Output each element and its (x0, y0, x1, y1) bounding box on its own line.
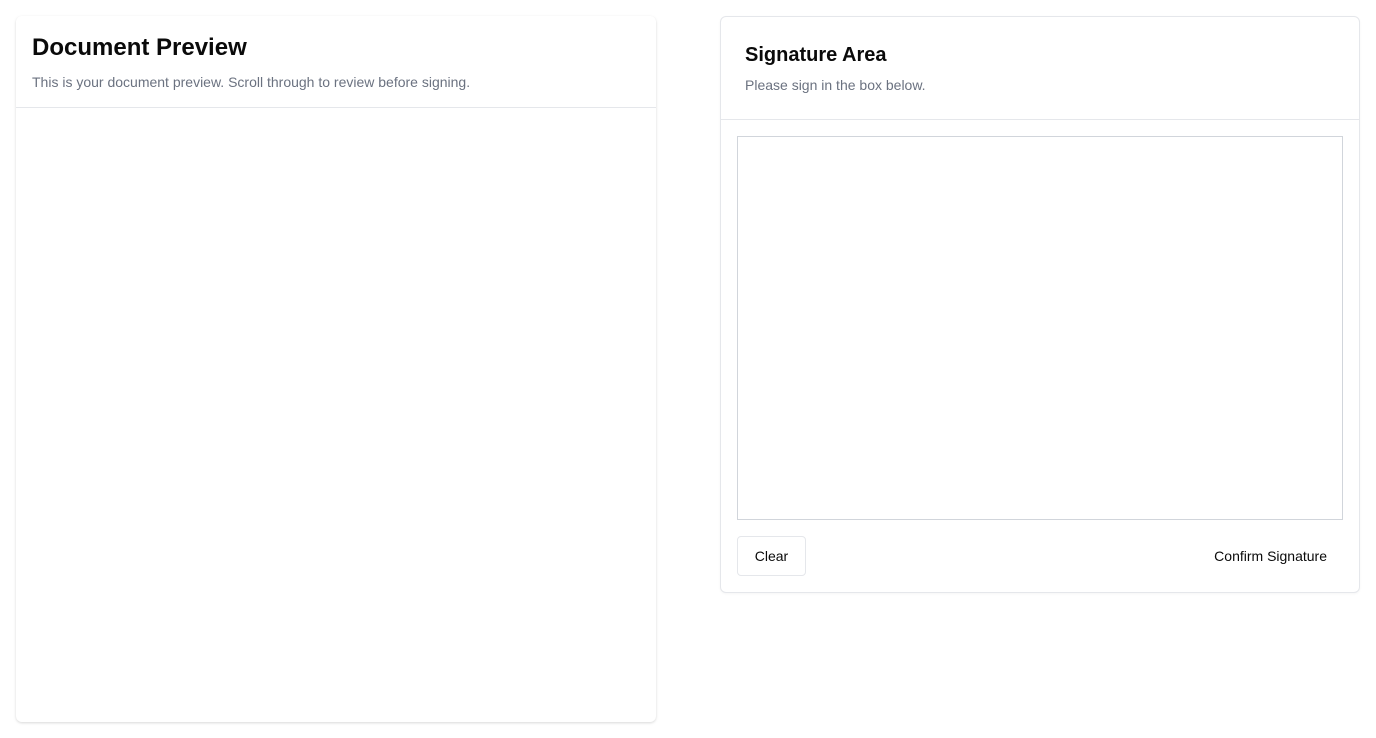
signature-header: Signature Area Please sign in the box be… (721, 17, 1359, 120)
document-preview-title: Document Preview (32, 34, 247, 61)
signature-card: Signature Area Please sign in the box be… (720, 16, 1360, 593)
signature-description: Please sign in the box below. (745, 77, 926, 93)
document-preview-viewport[interactable] (16, 108, 656, 722)
document-preview-description: This is your document preview. Scroll th… (32, 74, 471, 90)
confirm-signature-button[interactable]: Confirm Signature (1198, 536, 1343, 576)
signing-page: Document Preview This is your document p… (0, 0, 1376, 738)
signature-title: Signature Area (745, 44, 887, 66)
clear-button[interactable]: Clear (737, 536, 806, 576)
document-preview-card: Document Preview This is your document p… (16, 16, 656, 722)
signature-pad[interactable] (737, 136, 1343, 520)
document-preview-header: Document Preview This is your document p… (16, 16, 656, 108)
